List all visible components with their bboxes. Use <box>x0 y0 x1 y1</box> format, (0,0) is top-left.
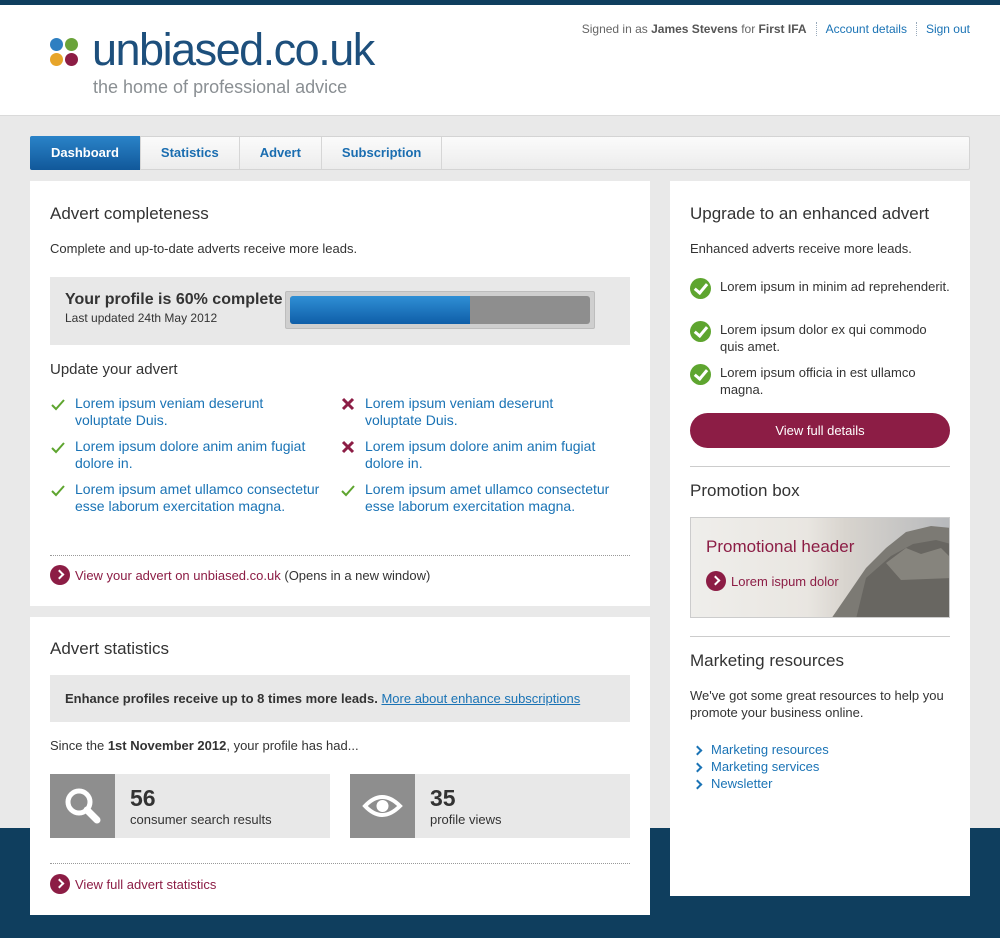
for-text: for <box>741 22 756 36</box>
feature-item: Lorem ipsum officia in est ullamco magna… <box>690 364 950 398</box>
view-advert-link[interactable]: View your advert on unbiased.co.uk (Open… <box>50 565 430 585</box>
signed-in-prefix: Signed in as <box>581 22 648 36</box>
feature-item: Lorem ipsum in minim ad reprehenderit. <box>690 278 950 299</box>
arrow-right-icon <box>706 571 726 591</box>
check-icon <box>51 442 65 454</box>
check-icon <box>51 399 65 411</box>
list-item[interactable]: Lorem ipsum veniam deserunt voluptate Du… <box>340 395 610 429</box>
profile-views-label: profile views <box>430 812 502 827</box>
list-item[interactable]: Lorem ipsum dolore anim anim fugiat dolo… <box>340 438 610 472</box>
resources-title: Marketing resources <box>690 651 845 670</box>
tab-subscription[interactable]: Subscription <box>322 137 443 169</box>
upgrade-title: Upgrade to an enhanced advert <box>690 204 930 223</box>
tab-statistics[interactable]: Statistics <box>141 137 240 169</box>
check-icon <box>341 485 355 497</box>
arrow-right-icon <box>50 565 70 585</box>
main-tabs: Dashboard Statistics Advert Subscription <box>30 136 970 170</box>
last-updated: Last updated 24th May 2012 <box>65 311 218 325</box>
promo-title: Promotion box <box>690 481 800 500</box>
user-name: James Stevens <box>651 22 738 36</box>
cross-icon <box>341 397 355 411</box>
site-header: unbiased.co.uk the home of professional … <box>0 5 1000 116</box>
promotion-banner[interactable]: Promotional header Lorem ispum dolor <box>690 517 950 618</box>
search-results-stat: 56 consumer search results <box>50 774 330 838</box>
progress-title: Your profile is 60% complete <box>65 291 283 308</box>
profile-views-stat: 35 profile views <box>350 774 630 838</box>
divider <box>815 22 817 36</box>
panel-title: Advert statistics <box>50 639 170 658</box>
promo-header: Promotional header <box>706 537 855 556</box>
tab-dashboard[interactable]: Dashboard <box>30 136 141 170</box>
since-text: Since the 1st November 2012, your profil… <box>50 738 359 753</box>
list-item[interactable]: Lorem ipsum amet ullamco consectetur ess… <box>340 481 610 515</box>
divider <box>915 22 917 36</box>
resources-intro: We've got some great resources to help y… <box>690 688 944 720</box>
logo-tagline: the home of professional advice <box>93 77 348 97</box>
list-item[interactable]: Lorem ipsum amet ullamco consectetur ess… <box>50 481 320 515</box>
progress-bar <box>285 291 595 329</box>
eye-icon <box>362 795 403 817</box>
divider <box>50 863 630 864</box>
firm-name: First IFA <box>758 22 807 36</box>
account-details-link[interactable]: Account details <box>826 22 907 36</box>
check-circle-icon <box>690 321 711 342</box>
advert-statistics-panel: Advert statistics Enhance profiles recei… <box>30 617 650 915</box>
search-results-count: 56 <box>130 785 156 811</box>
progress-bar-fill <box>290 296 470 324</box>
check-icon <box>51 485 65 497</box>
promo-link[interactable]: Lorem ispum dolor <box>706 571 839 591</box>
divider <box>690 636 950 637</box>
cross-icon <box>341 440 355 454</box>
resource-link-newsletter[interactable]: Newsletter <box>690 775 829 792</box>
tab-advert[interactable]: Advert <box>240 137 322 169</box>
arrow-right-icon <box>50 874 70 894</box>
profile-progress: Your profile is 60% complete Last update… <box>50 277 630 345</box>
feature-item: Lorem ipsum dolor ex qui commodo quis am… <box>690 321 950 355</box>
logo-wordmark: unbiased.co.uk <box>92 24 375 75</box>
upgrade-intro: Enhanced adverts receive more leads. <box>690 241 912 256</box>
enhance-callout: Enhance profiles receive up to 8 times m… <box>50 675 630 722</box>
sign-out-link[interactable]: Sign out <box>926 22 970 36</box>
mountain-image <box>832 526 949 617</box>
update-heading: Update your advert <box>50 361 178 378</box>
sidebar-panel: Upgrade to an enhanced advert Enhanced a… <box>670 181 970 896</box>
divider <box>690 466 950 467</box>
user-bar: Signed in as James Stevens for First IFA… <box>582 22 970 36</box>
search-icon <box>65 788 101 824</box>
list-item[interactable]: Lorem ipsum dolore anim anim fugiat dolo… <box>50 438 320 472</box>
enhance-subscriptions-link[interactable]: More about enhance subscriptions <box>381 691 580 706</box>
panel-intro: Complete and up-to-date adverts receive … <box>50 241 358 256</box>
full-statistics-link[interactable]: View full advert statistics <box>50 874 216 894</box>
check-circle-icon <box>690 364 711 385</box>
logo-dots-icon <box>50 38 80 68</box>
divider <box>50 555 630 556</box>
resources-list: Marketing resources Marketing services N… <box>690 741 829 792</box>
list-item[interactable]: Lorem ipsum veniam deserunt voluptate Du… <box>50 395 320 429</box>
search-results-label: consumer search results <box>130 812 272 827</box>
advert-completeness-panel: Advert completeness Complete and up-to-d… <box>30 181 650 606</box>
profile-views-count: 35 <box>430 785 456 811</box>
check-circle-icon <box>690 278 711 299</box>
resource-link-marketing-resources[interactable]: Marketing resources <box>690 741 829 758</box>
resource-link-marketing-services[interactable]: Marketing services <box>690 758 829 775</box>
view-full-details-button[interactable]: View full details <box>690 413 950 448</box>
panel-title: Advert completeness <box>50 204 209 223</box>
